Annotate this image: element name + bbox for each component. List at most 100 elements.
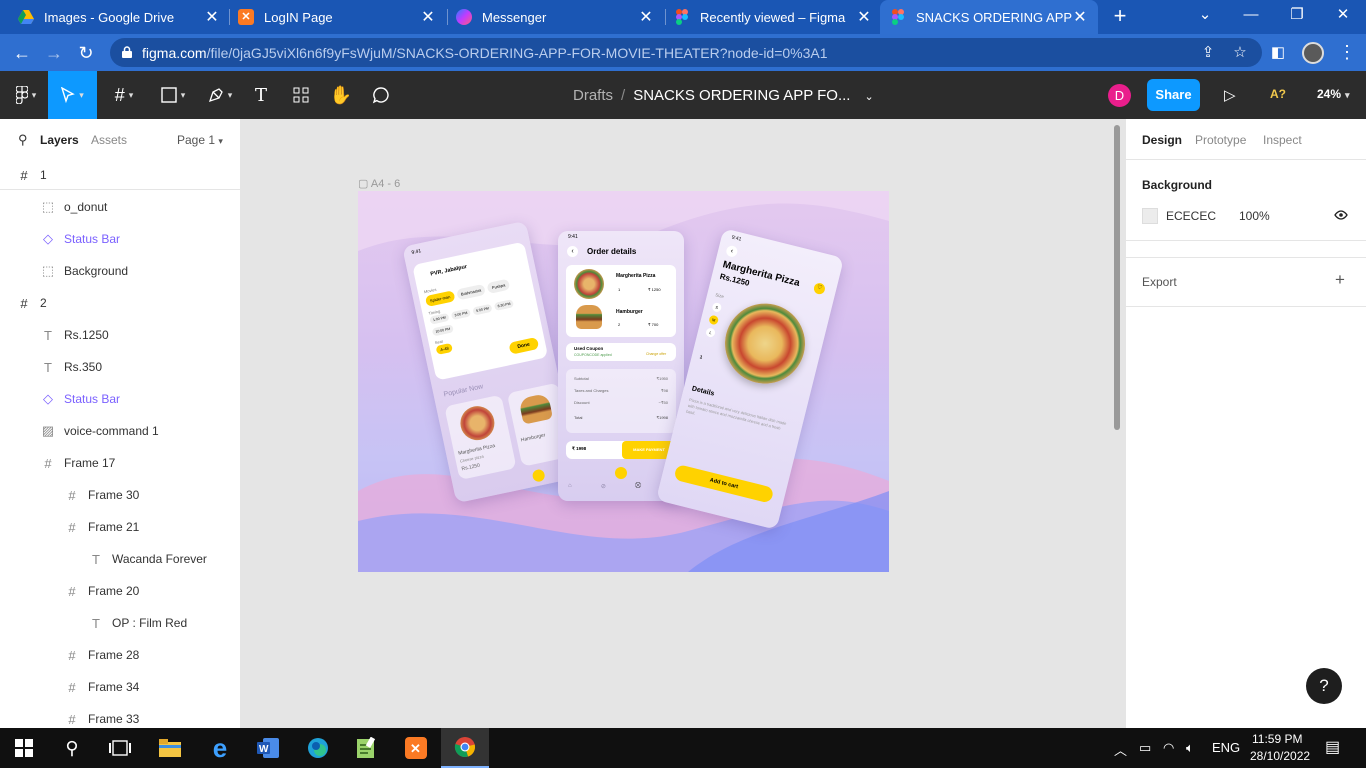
close-tab-icon[interactable]: ✕ [1072,7,1088,27]
time-chip[interactable]: 6:30 PM [493,299,515,311]
background-opacity-input[interactable]: 100% [1239,209,1270,223]
back-icon[interactable]: ← [9,40,35,66]
item-qty[interactable]: 1 [618,287,620,292]
heart-icon[interactable]: ♡ [812,281,827,296]
clock-date[interactable]: 28/10/2022 [1250,749,1310,763]
layer-row[interactable]: ◇ Status Bar [0,383,240,415]
edge-icon[interactable] [294,728,342,768]
coupon-link[interactable]: Change offer [646,352,666,356]
home-icon[interactable]: ⌂ [568,483,572,490]
layer-row[interactable]: # Frame 28 [0,639,240,671]
minimize-icon[interactable]: — [1228,0,1274,34]
forward-icon[interactable]: → [41,40,67,66]
search-fab-icon[interactable] [615,467,627,479]
figma-main-menu[interactable]: ▾ [6,71,46,119]
edge-legacy-icon[interactable]: e [196,728,244,768]
size-option[interactable]: M [708,314,720,326]
present-play-icon[interactable]: ▷ [1224,86,1236,104]
canvas-scrollbar[interactable] [1114,125,1120,430]
tab-inspect[interactable]: Inspect [1263,133,1302,147]
layer-row[interactable]: # Frame 20 [0,575,240,607]
layer-row[interactable]: # Frame 34 [0,671,240,703]
food-card[interactable]: Margherita Pizza Cheese pizza Rs.1250 [444,394,517,481]
accessibility-check[interactable]: A? [1270,87,1286,101]
chrome-icon[interactable] [441,728,489,768]
tab-messenger[interactable]: Messenger ✕ [446,0,664,34]
layer-row[interactable]: T OP : Film Red [0,607,240,639]
layer-row[interactable]: ⬚ o_donut [0,191,240,223]
side-panel-icon[interactable]: ◧ [1268,43,1288,63]
pen-tool[interactable]: ▾ [200,71,240,119]
share-button[interactable]: Share [1147,79,1200,111]
close-tab-icon[interactable]: ✕ [420,7,436,27]
volume-icon[interactable]: 🔈︎ [1186,740,1194,756]
help-button[interactable]: ? [1306,668,1342,704]
time-chip[interactable]: 10:00 PM [431,324,454,337]
url-bar[interactable]: figma.com/file/0jaGJ5viXl6n6f9yFsWjuM/SN… [110,38,1262,67]
clock-time[interactable]: 11:59 PM [1252,732,1302,746]
word-icon[interactable]: W [244,728,292,768]
layer-row[interactable]: T Rs.350 [0,351,240,383]
show-hidden-icons[interactable]: ︿ [1114,740,1127,759]
shape-tool[interactable]: ▾ [152,71,194,119]
file-explorer-icon[interactable] [146,728,194,768]
item-qty[interactable]: 2 [618,322,620,327]
background-color-swatch[interactable] [1142,208,1158,224]
reload-icon[interactable]: ↻ [73,40,99,66]
canvas[interactable]: ▢ A4 - 6 9:41 PVR, Jabalpur Movies Spide… [241,119,1125,728]
page-selector[interactable]: Page 1 ▾ [177,133,223,147]
offers-icon[interactable]: ⊘ [601,483,606,490]
notepad-icon[interactable] [342,728,390,768]
done-button[interactable]: Done [508,337,539,355]
restore-icon[interactable]: ❐ [1274,0,1320,34]
tab-figma-snacks[interactable]: SNACKS ORDERING APP FOR ✕ [880,0,1098,34]
file-name[interactable]: SNACKS ORDERING APP FO... [633,87,850,104]
close-window-icon[interactable]: ✕ [1320,0,1366,34]
layer-row[interactable]: ◇ Status Bar [0,223,240,255]
search-icon[interactable]: ⚲ [48,728,96,768]
search-fab-icon[interactable] [531,468,546,483]
browser-menu-icon[interactable]: ⋮ [1338,42,1356,63]
close-tab-icon[interactable]: ✕ [856,7,872,27]
seat-chip[interactable]: A-48 [435,342,454,355]
frame-label[interactable]: ▢ A4 - 6 [358,177,400,190]
profile-avatar[interactable] [1302,42,1324,64]
xampp-icon[interactable]: ✕ [392,728,440,768]
movie-chip[interactable]: Pushpa [486,278,511,294]
movie-chip[interactable]: Brahmastra [455,283,487,301]
eye-icon[interactable] [1334,210,1348,220]
new-tab-icon[interactable]: + [1108,4,1132,28]
language-indicator[interactable]: ENG [1212,740,1240,755]
time-chip[interactable]: 5:00 PM [472,303,493,316]
frame-tool[interactable]: # ▾ [104,71,144,119]
tab-figma-recent[interactable]: Recently viewed – Figma ✕ [664,0,882,34]
layer-row[interactable]: # Frame 30 [0,479,240,511]
layer-row[interactable]: #2 [0,287,240,319]
time-chip[interactable]: 3:00 PM [450,308,472,321]
layer-row[interactable]: T Rs.1250 [0,319,240,351]
bookmark-star-icon[interactable]: ☆ [1230,43,1250,63]
tab-assets[interactable]: Assets [91,133,127,147]
user-avatar[interactable]: D [1108,84,1131,107]
layer-row[interactable]: #1 [0,159,240,191]
layer-row[interactable]: ⬚ Background [0,255,240,287]
close-tab-icon[interactable]: ✕ [204,7,220,27]
zoom-level[interactable]: 24% ▾ [1317,87,1350,101]
coupon-card[interactable]: Used Coupon COUPONCODE applied Change of… [566,343,676,361]
layer-row[interactable]: # Frame 21 [0,511,240,543]
tab-prototype[interactable]: Prototype [1195,133,1246,147]
text-tool[interactable]: T [248,71,274,119]
hand-tool[interactable]: ✋ [328,71,354,119]
back-icon[interactable]: ‹ [725,244,739,258]
url-text[interactable]: figma.com/file/0jaGJ5viXl6n6f9yFsWjuM/SN… [142,45,828,61]
windows-start-icon[interactable] [0,728,48,768]
task-view-icon[interactable] [96,728,144,768]
add-to-cart-button[interactable]: Add to cart [673,463,775,504]
size-option[interactable]: L [705,327,717,339]
tab-login-page[interactable]: ✕ LogIN Page ✕ [228,0,446,34]
layer-row[interactable]: ▨ voice-command 1 [0,415,240,447]
tab-search-chevron-icon[interactable]: ⌄ [1182,0,1228,34]
design-frame[interactable]: 9:41 PVR, Jabalpur Movies Spider-man Bra… [358,191,889,572]
search-icon[interactable]: ⚲ [18,132,28,148]
add-export-icon[interactable]: + [1335,270,1345,290]
